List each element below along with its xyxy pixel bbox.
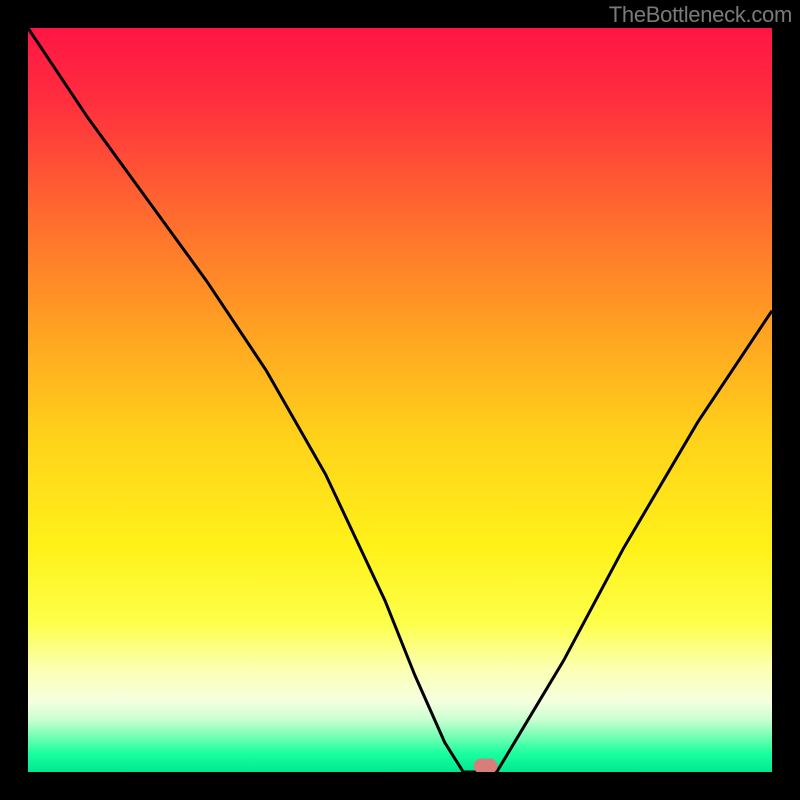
chart-frame: TheBottleneck.com [0,0,800,800]
gradient-background [28,28,772,772]
watermark-text: TheBottleneck.com [609,2,792,28]
optimum-marker [474,759,498,772]
bottleneck-chart [28,28,772,772]
